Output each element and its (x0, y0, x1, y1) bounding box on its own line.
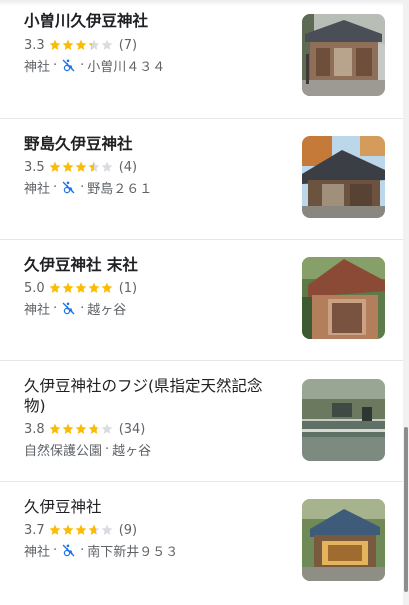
place-photo[interactable] (302, 499, 385, 581)
meta-row: 神社 · · 小曽川４３４ (24, 57, 166, 75)
result-item-1[interactable]: 小曽川久伊豆神社 3.3 (7) 神社 · · 小曽川４３４ (0, 0, 403, 119)
no-wheelchair-icon (62, 59, 75, 72)
star-full-icon (62, 161, 74, 172)
place-name[interactable]: 久伊豆神社 末社 (24, 255, 284, 275)
star-full-icon (62, 423, 74, 434)
results-list: 小曽川久伊豆神社 3.3 (7) 神社 · · 小曽川４３４ 野島久伊豆神社 3… (0, 0, 403, 605)
star-half-icon (88, 524, 100, 535)
star-full-icon (49, 39, 61, 50)
star-rating (49, 39, 114, 51)
meta-row: 神社 · · 越ヶ谷 (24, 300, 127, 318)
star-rating (49, 282, 114, 294)
result-item-4[interactable]: 久伊豆神社のフジ(県指定天然記念物) 3.8 (34) 自然保護公園 · 越ヶ谷 (0, 360, 403, 482)
rating-row: 3.3 (7) (24, 36, 137, 54)
top-shadow (0, 0, 403, 6)
rating-row: 3.5 (4) (24, 158, 137, 176)
place-photo[interactable] (302, 136, 385, 218)
meta-row: 神社 · · 野島２６１ (24, 179, 153, 197)
star-full-icon (62, 282, 74, 293)
star-full-icon (49, 282, 61, 293)
star-empty-icon (101, 39, 113, 50)
star-rating (49, 423, 114, 435)
result-item-5[interactable]: 久伊豆神社 3.7 (9) 神社 · · 南下新井９５３ (0, 481, 403, 605)
review-count: (7) (118, 37, 138, 53)
rating-row: 3.7 (9) (24, 521, 137, 539)
star-full-icon (62, 39, 74, 50)
category: 神社 (24, 59, 51, 75)
star-rating (49, 524, 114, 536)
place-name[interactable]: 久伊豆神社のフジ(県指定天然記念物) (24, 376, 284, 416)
star-empty-icon (101, 161, 113, 172)
star-full-icon (49, 161, 61, 172)
review-count: (4) (118, 159, 138, 175)
review-count: (1) (118, 280, 138, 296)
review-count: (34) (118, 421, 146, 437)
place-photo[interactable] (302, 14, 385, 96)
no-wheelchair-icon (62, 181, 75, 194)
result-item-3[interactable]: 久伊豆神社 末社 5.0 (1) 神社 · · 越ヶ谷 (0, 239, 403, 361)
address: 小曽川４３４ (87, 59, 166, 75)
place-name[interactable]: 野島久伊豆神社 (24, 134, 284, 154)
rating-row: 3.8 (34) (24, 420, 145, 438)
rating-value: 3.3 (24, 37, 45, 53)
star-empty-icon (101, 524, 113, 535)
star-half-icon (88, 161, 100, 172)
star-full-icon (88, 282, 100, 293)
category: 神社 (24, 181, 51, 197)
star-full-icon (75, 423, 87, 434)
scrollbar-thumb[interactable] (404, 427, 408, 592)
place-photo[interactable] (302, 379, 385, 461)
star-full-icon (75, 282, 87, 293)
place-name[interactable]: 久伊豆神社 (24, 497, 284, 517)
star-full-icon (75, 524, 87, 535)
address: 越ヶ谷 (87, 302, 127, 318)
meta-row: 自然保護公園 · 越ヶ谷 (24, 441, 152, 459)
place-photo[interactable] (302, 257, 385, 339)
category: 自然保護公園 (24, 443, 103, 459)
meta-row: 神社 · · 南下新井９５３ (24, 542, 179, 560)
star-full-icon (49, 524, 61, 535)
no-wheelchair-icon (62, 302, 75, 315)
star-half-icon (88, 423, 100, 434)
review-count: (9) (118, 522, 138, 538)
star-half-icon (88, 39, 100, 50)
star-full-icon (75, 39, 87, 50)
category: 神社 (24, 544, 51, 560)
result-item-2[interactable]: 野島久伊豆神社 3.5 (4) 神社 · · 野島２６１ (0, 119, 403, 240)
address: 野島２６１ (87, 181, 153, 197)
place-name[interactable]: 小曽川久伊豆神社 (24, 11, 284, 31)
no-wheelchair-icon (62, 544, 75, 557)
star-full-icon (75, 161, 87, 172)
rating-value: 5.0 (24, 280, 45, 296)
star-empty-icon (101, 423, 113, 434)
rating-value: 3.7 (24, 522, 45, 538)
star-full-icon (62, 524, 74, 535)
star-rating (49, 161, 114, 173)
address: 越ヶ谷 (112, 443, 152, 459)
rating-value: 3.5 (24, 159, 45, 175)
rating-value: 3.8 (24, 421, 45, 437)
star-full-icon (49, 423, 61, 434)
address: 南下新井９５３ (87, 544, 179, 560)
rating-row: 5.0 (1) (24, 279, 137, 297)
category: 神社 (24, 302, 51, 318)
star-full-icon (101, 282, 113, 293)
